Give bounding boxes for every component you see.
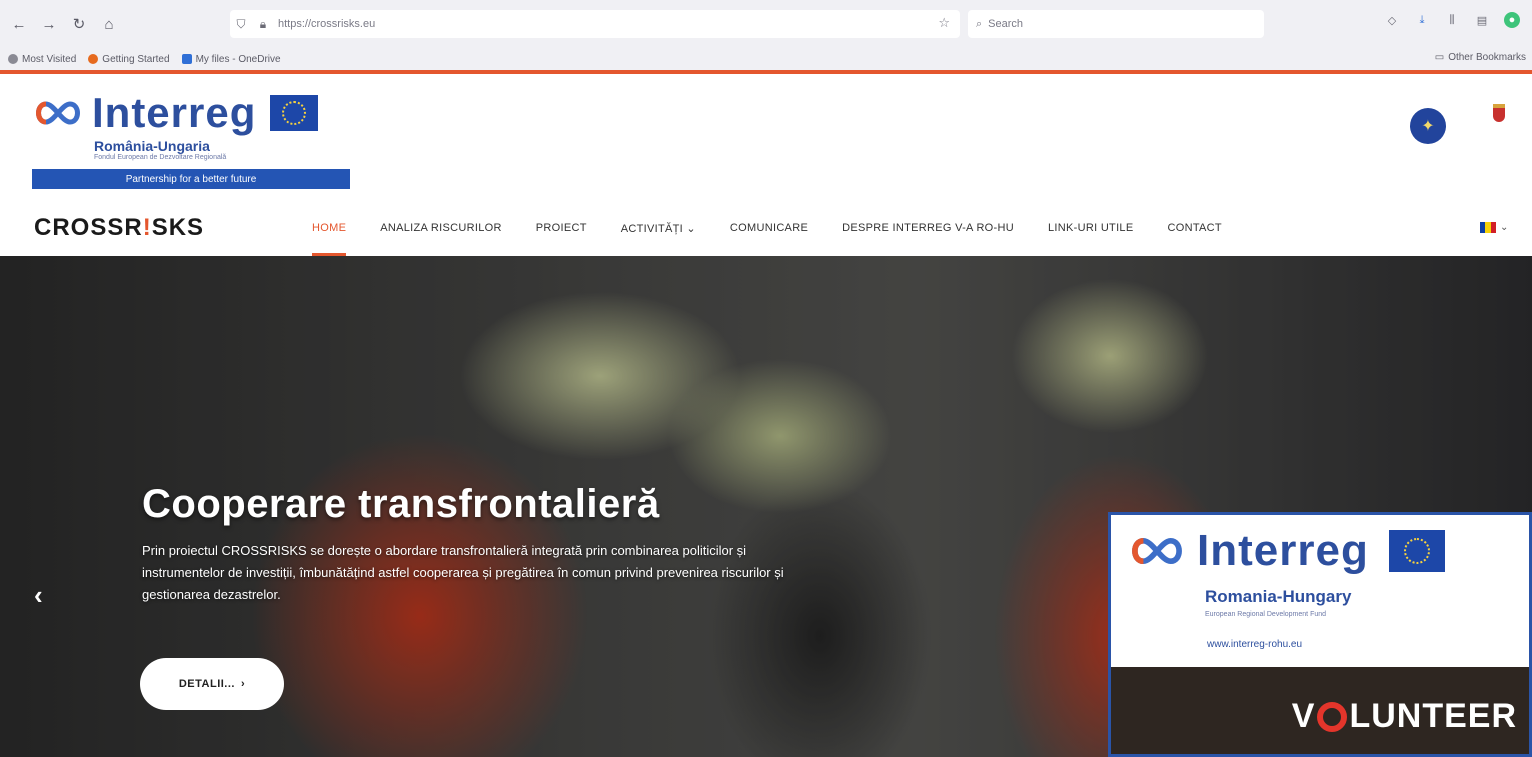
gear-icon — [8, 54, 18, 64]
back-icon[interactable]: ← — [4, 9, 34, 39]
interreg-volunteer-banner[interactable]: Interreg Romania-Hungary European Region… — [1108, 512, 1532, 757]
language-switcher[interactable]: ⌄ — [1480, 222, 1508, 233]
browser-nav-buttons: ← → ↻ ⌂ — [4, 9, 124, 39]
nav-item-comunicare[interactable]: COMUNICARE — [730, 212, 808, 256]
interreg-logo[interactable]: Interreg România-Ungaria Fondul European… — [32, 92, 350, 189]
banner-wordmark: Interreg — [1197, 526, 1369, 575]
nav-item-contact[interactable]: CONTACT — [1168, 212, 1222, 256]
browser-chrome: ← → ↻ ⌂ ⛉ 🔒︎ https://crossrisks.eu ☆ ⌕ S… — [0, 0, 1532, 74]
logo-band: Partnership for a better future — [32, 169, 350, 189]
sidebar-icon[interactable]: ▤ — [1474, 12, 1490, 28]
logo-subtitle: România-Ungaria — [94, 138, 210, 154]
nav-item-link-uri-utile[interactable]: LINK-URI UTILE — [1048, 212, 1134, 256]
banner-subtitle: Romania-Hungary — [1205, 587, 1352, 606]
chevron-right-icon: › — [240, 678, 246, 690]
infinity-logo-icon — [1132, 537, 1182, 565]
folder-icon: ▭ — [1434, 52, 1445, 63]
bookmark-onedrive[interactable]: My files - OneDrive — [181, 54, 281, 65]
chevron-down-icon: ⌄ — [1500, 222, 1509, 233]
shield-icon: ⛉ — [236, 16, 246, 31]
volunteer-wordmark: V LUNTEER — [1291, 697, 1517, 735]
infinity-logo-icon — [36, 101, 80, 125]
romania-flag-icon — [1480, 222, 1496, 233]
firefox-icon — [88, 54, 99, 64]
hero-title: Cooperare transfrontalieră — [142, 482, 660, 526]
cloud-icon — [181, 54, 192, 64]
other-bookmarks[interactable]: ▭ Other Bookmarks — [1435, 52, 1526, 63]
forward-icon[interactable]: → — [34, 9, 64, 39]
eu-flag-icon — [1388, 530, 1445, 572]
search-input[interactable]: ⌕ Search — [968, 10, 1264, 38]
hero-text: Prin proiectul CROSSRISKS se dorește o a… — [142, 543, 784, 602]
search-icon: ⌕ — [976, 17, 983, 30]
details-button[interactable]: DETALII... › — [140, 658, 284, 710]
logo-tagline: Fondul European de Dezvoltare Regională — [94, 154, 227, 161]
bookmark-getting-started[interactable]: Getting Started — [88, 54, 170, 65]
home-icon[interactable]: ⌂ — [94, 9, 124, 39]
county-emblem-icon[interactable] — [1488, 104, 1510, 144]
banner-tagline: European Regional Development Fund — [1205, 611, 1327, 618]
nav-item-home[interactable]: HOME — [312, 212, 347, 257]
nav-item-despre-interreg[interactable]: DESPRE INTERREG V-A RO-HU — [842, 212, 1014, 256]
government-emblem-icon[interactable]: ✦ — [1410, 108, 1446, 144]
browser-toolbar: ← → ↻ ⌂ ⛉ 🔒︎ https://crossrisks.eu ☆ ⌕ S… — [0, 0, 1532, 48]
nav-item-analiza-riscurilor[interactable]: ANALIZA RISCURILOR — [380, 212, 502, 256]
slider-prev-icon[interactable]: ‹ — [34, 580, 43, 611]
eu-flag-icon — [270, 95, 319, 131]
url-bar[interactable]: ⛉ 🔒︎ https://crossrisks.eu ☆ — [230, 10, 960, 38]
library-icon[interactable]: ⫼ — [1444, 12, 1460, 28]
download-icon[interactable]: ⤓ — [1414, 12, 1430, 28]
site-header: Interreg România-Ungaria Fondul European… — [0, 74, 1532, 257]
site-brand[interactable]: CROSSR!SKS — [34, 214, 204, 242]
pocket-icon[interactable]: ◇ — [1384, 12, 1400, 28]
banner-url[interactable]: www.interreg-rohu.eu — [1207, 639, 1302, 650]
bookmark-most-visited[interactable]: Most Visited — [8, 54, 76, 65]
logo-wordmark: Interreg — [92, 89, 257, 136]
nav-item-activitati[interactable]: ACTIVITĂȚI ⌄ — [621, 212, 696, 256]
extension-icons: ◇ ⤓ ⫼ ▤ ● — [1384, 12, 1520, 28]
lock-icon: 🔒︎ — [259, 16, 267, 31]
volunteer-o-icon — [1317, 701, 1348, 732]
search-placeholder: Search — [988, 18, 1024, 30]
nav-item-proiect[interactable]: PROIECT — [536, 212, 587, 256]
bookmark-star-icon[interactable]: ☆ — [938, 15, 950, 31]
main-nav: HOME ANALIZA RISCURILOR PROIECT ACTIVITĂ… — [312, 212, 1256, 257]
url-text[interactable]: https://crossrisks.eu — [278, 18, 375, 30]
bookmarks-bar: Most Visited Getting Started My files - … — [0, 48, 1532, 70]
account-icon[interactable]: ● — [1504, 12, 1520, 28]
reload-icon[interactable]: ↻ — [64, 9, 94, 39]
